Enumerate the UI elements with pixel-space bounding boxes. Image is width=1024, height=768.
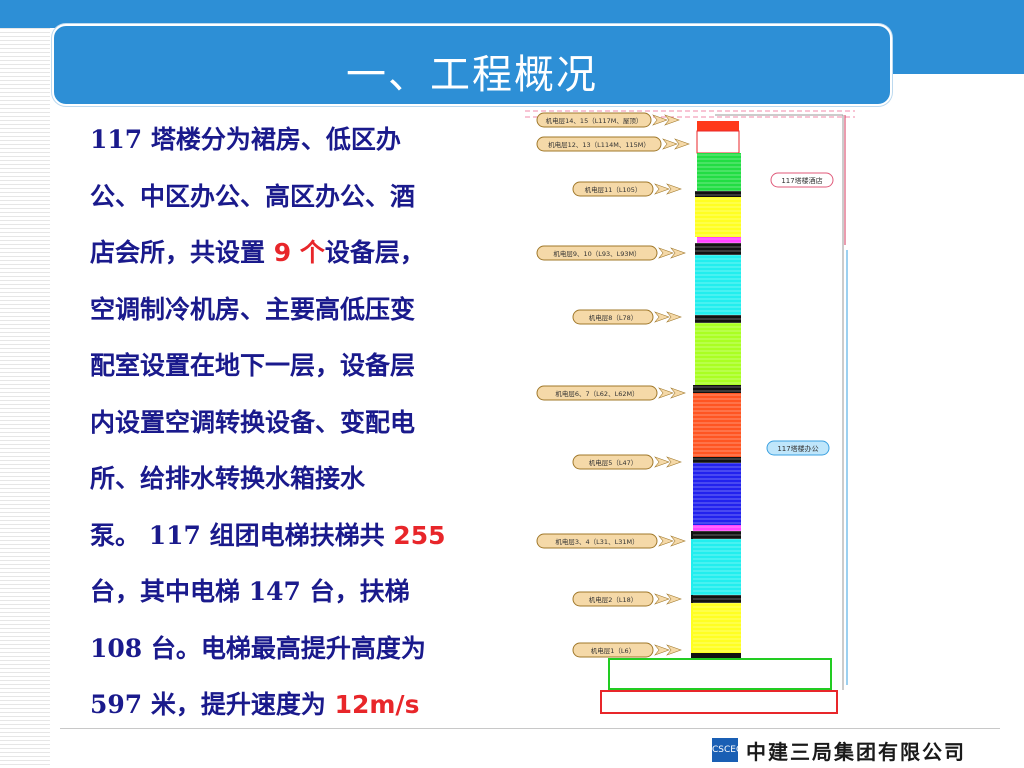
body-line: 597 米，提升速度为 12m/s bbox=[90, 677, 520, 734]
floor-label: 机电层9、10（L93、L93M） bbox=[536, 245, 686, 261]
body-line: 配室设置在地下一层，设备层 bbox=[90, 338, 520, 395]
left-stripes-decoration bbox=[0, 28, 50, 768]
company-logo-icon: CSCEC bbox=[712, 738, 742, 762]
svg-text:机电层3、4（L31、L31M）: 机电层3、4（L31、L31M） bbox=[555, 537, 638, 546]
svg-text:机电层6、7（L62、L62M）: 机电层6、7（L62、L62M） bbox=[555, 389, 638, 398]
top-right-banner bbox=[880, 28, 1024, 74]
svg-text:机电层12、13（L114M、115M）: 机电层12、13（L114M、115M） bbox=[548, 140, 650, 149]
slide-title: 一、工程概况 bbox=[346, 52, 598, 98]
title-box: 一、工程概况 bbox=[52, 24, 892, 106]
tower-diagram: 机电层14、15（L117M、屋顶） 机电层12、13（L114M、115M） 机电… bbox=[525, 110, 855, 714]
body-line: 泵。 117 组团电梯扶梯共 255 bbox=[90, 508, 520, 565]
body-text-span: 空调制冷机房、主要高低压变 bbox=[90, 294, 416, 324]
company-name: 中建三局集团有限公司 bbox=[746, 740, 966, 764]
svg-text:机电层14、15（L117M、屋顶）: 机电层14、15（L117M、屋顶） bbox=[546, 116, 643, 125]
svg-text:117塔楼酒店: 117塔楼酒店 bbox=[781, 176, 822, 185]
floor-label: 机电层5（L47） bbox=[572, 454, 682, 470]
floor-label: 机电层3、4（L31、L31M） bbox=[536, 533, 686, 549]
body-line: 所、给排水转换水箱接水 bbox=[90, 451, 520, 508]
body-text-span: 泵。 117 组团电梯扶梯共 bbox=[90, 520, 394, 550]
highlight-text: 9 个 bbox=[273, 238, 325, 267]
body-line: 117 塔楼分为裙房、低区办 bbox=[90, 112, 520, 169]
body-text-span: 公、中区办公、高区办公、酒 bbox=[90, 181, 416, 211]
body-text-span: 台，其中电梯 147 台，扶梯 bbox=[90, 577, 410, 606]
svg-text:机电层2（L18）: 机电层2（L18） bbox=[589, 595, 638, 604]
body-line: 内设置空调转换设备、变配电 bbox=[90, 395, 520, 452]
body-line: 空调制冷机房、主要高低压变 bbox=[90, 282, 520, 339]
svg-text:机电层8（L78）: 机电层8（L78） bbox=[589, 313, 638, 322]
body-line: 台，其中电梯 147 台，扶梯 bbox=[90, 564, 520, 621]
tower-body bbox=[600, 121, 838, 714]
svg-text:机电层9、10（L93、L93M）: 机电层9、10（L93、L93M） bbox=[553, 249, 640, 258]
highlight-text: 12m/s bbox=[334, 690, 420, 719]
body-text-span: 所、给排水转换水箱接水 bbox=[90, 464, 366, 493]
floor-label: 机电层1（L6） bbox=[572, 642, 682, 658]
svg-text:机电层5（L47）: 机电层5（L47） bbox=[589, 458, 638, 467]
body-line: 108 台。电梯最高提升高度为 bbox=[90, 621, 520, 678]
body-line: 店会所，共设置 9 个设备层， bbox=[90, 225, 520, 282]
body-text-span: 配室设置在地下一层，设备层 bbox=[90, 351, 416, 380]
footer-divider bbox=[60, 728, 1000, 729]
zone-label-hotel: 117塔楼酒店 bbox=[770, 172, 834, 188]
svg-text:机电层11（L105）: 机电层11（L105） bbox=[585, 185, 642, 194]
floor-label: 机电层8（L78） bbox=[572, 309, 682, 325]
body-text-span: 内设置空调转换设备、变配电 bbox=[90, 407, 416, 437]
svg-text:机电层1（L6）: 机电层1（L6） bbox=[591, 646, 635, 655]
body-text-span: 597 米，提升速度为 bbox=[90, 690, 335, 719]
body-text-span: 108 台。电梯最高提升高度为 bbox=[90, 633, 426, 663]
floor-label: 机电层14、15（L117M、屋顶） bbox=[536, 112, 680, 128]
floor-label: 机电层2（L18） bbox=[572, 591, 682, 607]
body-text-span: 117 塔楼分为裙房、低区办 bbox=[90, 125, 401, 154]
body-paragraph: 117 塔楼分为裙房、低区办 公、中区办公、高区办公、酒 店会所，共设置 9 个设备… bbox=[90, 112, 520, 734]
floor-label: 机电层6、7（L62、L62M） bbox=[536, 385, 686, 401]
body-text-span: 设备层， bbox=[324, 238, 425, 267]
floor-label: 机电层12、13（L114M、115M） bbox=[536, 136, 690, 152]
body-line: 公、中区办公、高区办公、酒 bbox=[90, 169, 520, 226]
zone-label-office: 117塔楼办公 bbox=[766, 440, 830, 456]
body-text-span: 店会所，共设置 bbox=[90, 238, 274, 267]
floor-label: 机电层11（L105） bbox=[572, 181, 682, 197]
svg-text:117塔楼办公: 117塔楼办公 bbox=[777, 444, 818, 453]
highlight-text: 255 bbox=[393, 520, 446, 550]
